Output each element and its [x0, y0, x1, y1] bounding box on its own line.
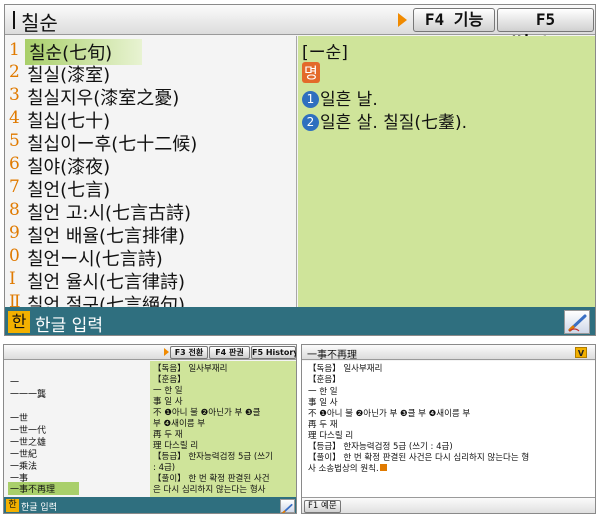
f1-example-button[interactable]: F1 예문 — [304, 500, 341, 513]
definition-body: 【독음】 일사부재리 【훈음】 一 한 일 事 일 사 不 ❶아니 불 ❷아닌가… — [302, 361, 595, 497]
entry-title: 一事不再理 — [307, 350, 357, 361]
list-item-number: 4 — [9, 108, 20, 128]
pen-icon — [281, 503, 293, 513]
input-mode-badge[interactable]: 한 — [6, 499, 19, 512]
list-item-number: 3 — [9, 85, 20, 105]
view-toggle-button[interactable]: V — [575, 347, 587, 358]
status-bar: 한 한글 입력 — [5, 307, 595, 336]
list-item[interactable]: 5 칠십이ー후(七十二候) — [5, 129, 297, 155]
definition-line-last: 사 소송법상의 원칙. — [308, 462, 387, 474]
text-caret-icon — [13, 11, 15, 29]
definition-line: 은 다시 심리하지 않는다는 형사 — [153, 485, 266, 495]
status-bar: 한 한글 입력 — [4, 497, 296, 513]
list-item-number: 5 — [9, 131, 20, 151]
f5-history-button[interactable]: F5 History — [497, 8, 594, 51]
sense-number-badge: 2 — [302, 114, 319, 131]
f4-copyright-button[interactable]: F4 판권 — [209, 346, 250, 359]
full-definition-window: 一事不再理 V 【독음】 일사부재리 【훈음】 一 한 일 事 일 사 不 ❶아… — [301, 344, 596, 514]
list-item-number: 8 — [9, 200, 20, 220]
list-item[interactable]: 7 칠언(七言) — [5, 175, 297, 201]
sense-line: 1 일흔 날. — [302, 85, 378, 110]
definition-panel: 【독음】 일사부재리 【훈음】 一 한 일 事 일 사 不 ❶아니 불 ❷아닌가… — [150, 361, 296, 497]
word-list: 一 一一一龔 一世 一世一代 一世之雄 一世紀 一乘法 一事 一事不再理 一二 … — [4, 361, 150, 513]
end-mark-icon — [379, 464, 387, 471]
list-item-number: 7 — [9, 177, 20, 197]
f4-function-button[interactable]: F4 기능 — [413, 8, 495, 32]
part-of-speech-badge: 명 — [302, 62, 320, 83]
hanja-dictionary-window: F3 전환 F4 판권 F5 History 一 一一一龔 一世 一世一代 一世… — [3, 344, 297, 514]
f3-switch-button[interactable]: F3 전환 — [170, 346, 208, 359]
list-item-number: 1 — [9, 40, 20, 60]
input-mode-label: 한글 입력 — [21, 503, 57, 513]
play-arrow-icon — [164, 348, 169, 356]
pronunciation: [ー순] — [302, 43, 348, 63]
list-item[interactable]: 0 칠언ー시(七言詩) — [5, 244, 297, 270]
input-mode-label: 한글 입력 — [35, 316, 103, 336]
list-item[interactable]: 一一一龔 — [10, 387, 46, 400]
list-item[interactable]: 6 칠야(漆夜) — [5, 152, 297, 178]
search-bar: F3 전환 F4 판권 F5 History — [4, 345, 296, 360]
main-dictionary-window: 칠순 F4 기능 F5 History 1칠순(七旬) 2칠실(漆室) 3칠실지… — [4, 4, 596, 336]
f5-history-button[interactable]: F5 History — [251, 346, 296, 359]
sense-number-badge: 1 — [302, 91, 319, 108]
search-input[interactable]: 칠순 — [21, 7, 58, 36]
list-item-number: 9 — [9, 223, 20, 243]
input-mode-badge[interactable]: 한 — [8, 311, 30, 333]
definition-line: 【훈음】 — [308, 375, 341, 385]
sense-line: 2 일흔 살. 칠질(七耋). — [302, 108, 467, 133]
list-item[interactable]: 9 칠언 배율(七言排律) — [5, 221, 297, 247]
word-list: 1 칠순(七旬) 2 칠실(漆室) 3 칠실지우(漆室之憂) 4 칠십(七十) 5 칠십이… — [5, 36, 297, 316]
list-item-number: 0 — [9, 246, 20, 266]
list-item-number: Ⅰ — [9, 269, 16, 289]
handwriting-button[interactable] — [564, 310, 590, 334]
bottom-bar: F1 예문 — [302, 497, 595, 513]
part-of-speech-line: 명 — [302, 62, 320, 83]
definition-text: 사 소송법상의 원칙. — [308, 464, 379, 474]
list-item[interactable]: 4 칠십(七十) — [5, 106, 297, 132]
title-bar: 一事不再理 V — [302, 345, 595, 361]
list-item-number: 6 — [9, 154, 20, 174]
list-item[interactable]: 3 칠실지우(漆室之憂) — [5, 83, 297, 109]
handwriting-button[interactable] — [280, 499, 295, 513]
list-item[interactable]: 1 칠순(七旬) — [5, 38, 297, 65]
play-arrow-icon — [398, 13, 407, 27]
pen-icon — [568, 314, 587, 332]
list-item[interactable]: Ⅰ 칠언 율시(七言律詩) — [5, 267, 297, 293]
sense-text: 일흔 살. 칠질(七耋). — [320, 113, 468, 133]
definition-panel: [ー순] 명 1 일흔 날. 2 일흔 살. 칠질(七耋). — [298, 36, 595, 307]
list-item-number: 2 — [9, 62, 20, 82]
sense-text: 일흔 날. — [320, 90, 378, 110]
list-item[interactable]: 2 칠실(漆室) — [5, 60, 297, 86]
list-item[interactable]: 8 칠언 고:시(七言古詩) — [5, 198, 297, 224]
search-bar: 칠순 F4 기능 F5 History — [5, 5, 595, 51]
